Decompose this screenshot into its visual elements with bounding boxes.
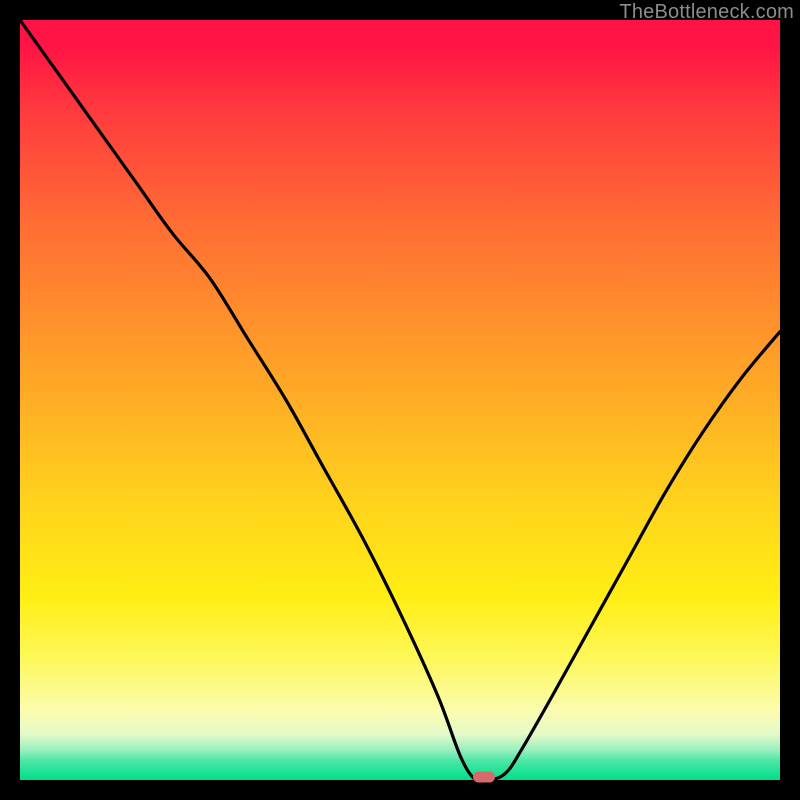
chart-frame: TheBottleneck.com bbox=[0, 0, 800, 800]
bottleneck-curve bbox=[20, 20, 780, 780]
optimal-point-marker bbox=[473, 772, 495, 783]
watermark-text: TheBottleneck.com bbox=[619, 1, 794, 24]
